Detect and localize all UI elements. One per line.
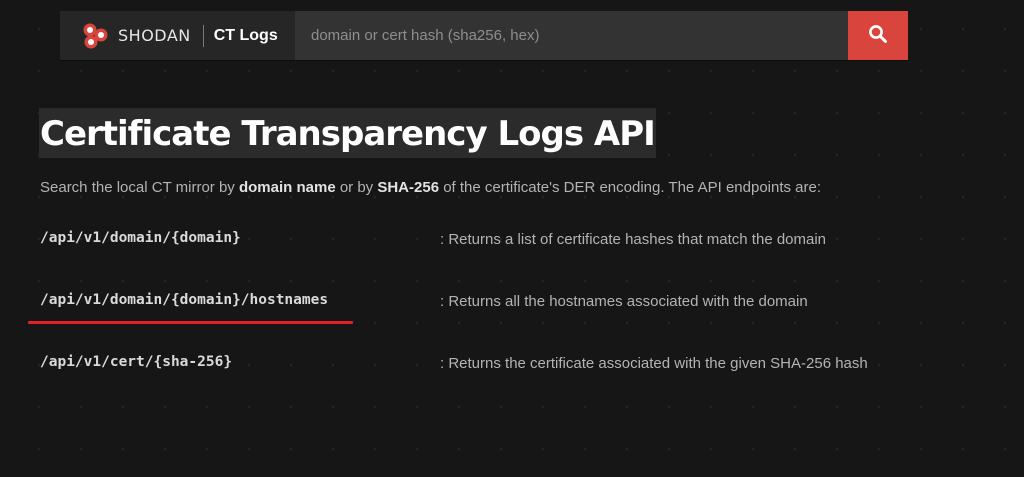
product-name: CT Logs	[213, 26, 278, 44]
brand-name: SHODAN	[118, 26, 191, 45]
endpoint-path: /api/v1/domain/{domain}	[40, 230, 241, 246]
intro-text: Search the local CT mirror by domain nam…	[40, 179, 821, 196]
brand[interactable]: SHODAN CT Logs	[60, 11, 295, 60]
shodan-logo-icon	[80, 21, 110, 51]
endpoint-path: /api/v1/cert/{sha-256}	[40, 354, 233, 370]
intro-bold-domain-name: domain name	[238, 179, 336, 196]
intro-text-part: or by	[335, 179, 378, 196]
highlight-underline	[28, 321, 353, 324]
search-input[interactable]	[295, 11, 848, 60]
endpoint-description: : Returns all the hostnames associated w…	[440, 293, 808, 310]
endpoint-description: : Returns a list of certificate hashes t…	[440, 231, 827, 248]
endpoint-row-domain: /api/v1/domain/{domain} : Returns a list…	[40, 228, 940, 290]
intro-bold-sha256: SHA-256	[377, 179, 440, 196]
endpoint-description: : Returns the certificate associated wit…	[440, 355, 868, 372]
endpoint-row-cert: /api/v1/cert/{sha-256} : Returns the cer…	[40, 352, 940, 414]
search-button[interactable]	[848, 11, 908, 60]
intro-text-part: Search the local CT mirror by	[40, 179, 239, 196]
page-title: Certificate Transparency Logs API	[39, 108, 656, 158]
brand-divider	[202, 24, 204, 47]
top-bar: SHODAN CT Logs	[60, 11, 908, 60]
search-icon	[868, 24, 888, 47]
endpoint-path: /api/v1/domain/{domain}/hostnames	[40, 292, 329, 308]
intro-text-part: of the certificate's DER encoding. The A…	[439, 179, 822, 196]
